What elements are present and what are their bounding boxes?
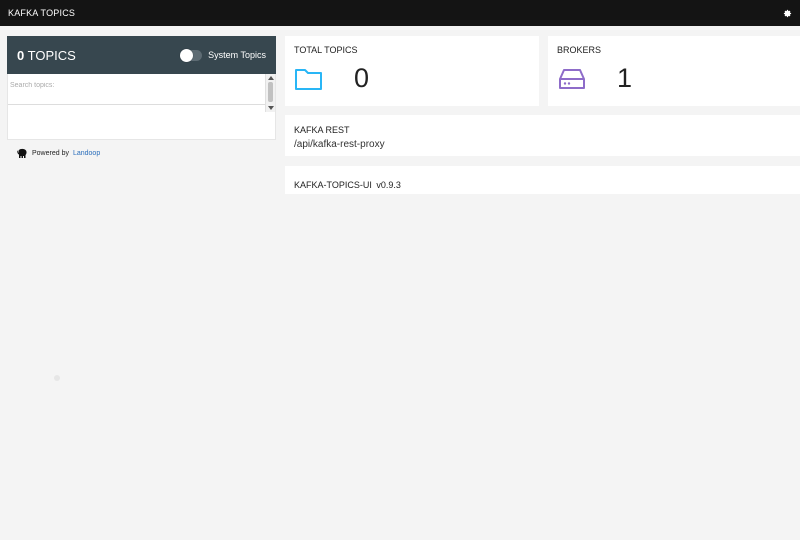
server-icon [559,68,585,89]
total-topics-card: TOTAL TOPICS 0 [285,36,539,106]
search-box [7,74,276,140]
toggle-knob [180,48,194,62]
loading-dot [54,375,60,381]
version-card: KAFKA-TOPICS-UI v0.9.3 [285,166,800,194]
scroll-up-arrow-icon[interactable] [268,76,274,80]
brokers-value: 1 [617,63,633,93]
total-topics-title: TOTAL TOPICS [294,45,358,55]
topics-count-label: TOPICS [27,47,76,63]
brokers-title: BROKERS [557,45,602,55]
toggle-switch[interactable] [180,48,203,62]
gear-icon[interactable] [782,8,792,18]
system-topics-toggle[interactable]: System Topics [180,48,266,62]
folder-icon [295,68,322,90]
powered-by-text: Powered by [32,150,69,157]
kafka-rest-title: KAFKA REST [294,125,350,135]
top-bar: KAFKA TOPICS [0,0,800,26]
brokers-card: BROKERS 1 [548,36,800,106]
scrollbar[interactable] [265,74,275,112]
kafka-rest-url: /api/kafka-rest-proxy [294,139,385,150]
topics-count: 0 TOPICS [17,48,76,63]
topics-header: 0 TOPICS System Topics [7,36,276,74]
app-title[interactable]: KAFKA TOPICS [8,8,75,18]
landoop-link[interactable]: Landoop [73,150,100,157]
scroll-down-arrow-icon[interactable] [268,106,274,110]
elephant-logo-icon [17,148,27,158]
topics-count-number: 0 [17,47,25,63]
total-topics-value: 0 [354,63,370,93]
system-topics-label: System Topics [208,50,266,60]
scroll-thumb[interactable] [268,82,273,102]
topics-panel: 0 TOPICS System Topics Powered by Landoo… [7,36,276,159]
kafka-rest-card: KAFKA REST /api/kafka-rest-proxy [285,115,800,156]
search-input[interactable] [8,79,266,105]
powered-by: Powered by Landoop [7,148,276,159]
version-name: KAFKA-TOPICS-UI [294,180,372,190]
version-number: v0.9.3 [376,180,401,190]
